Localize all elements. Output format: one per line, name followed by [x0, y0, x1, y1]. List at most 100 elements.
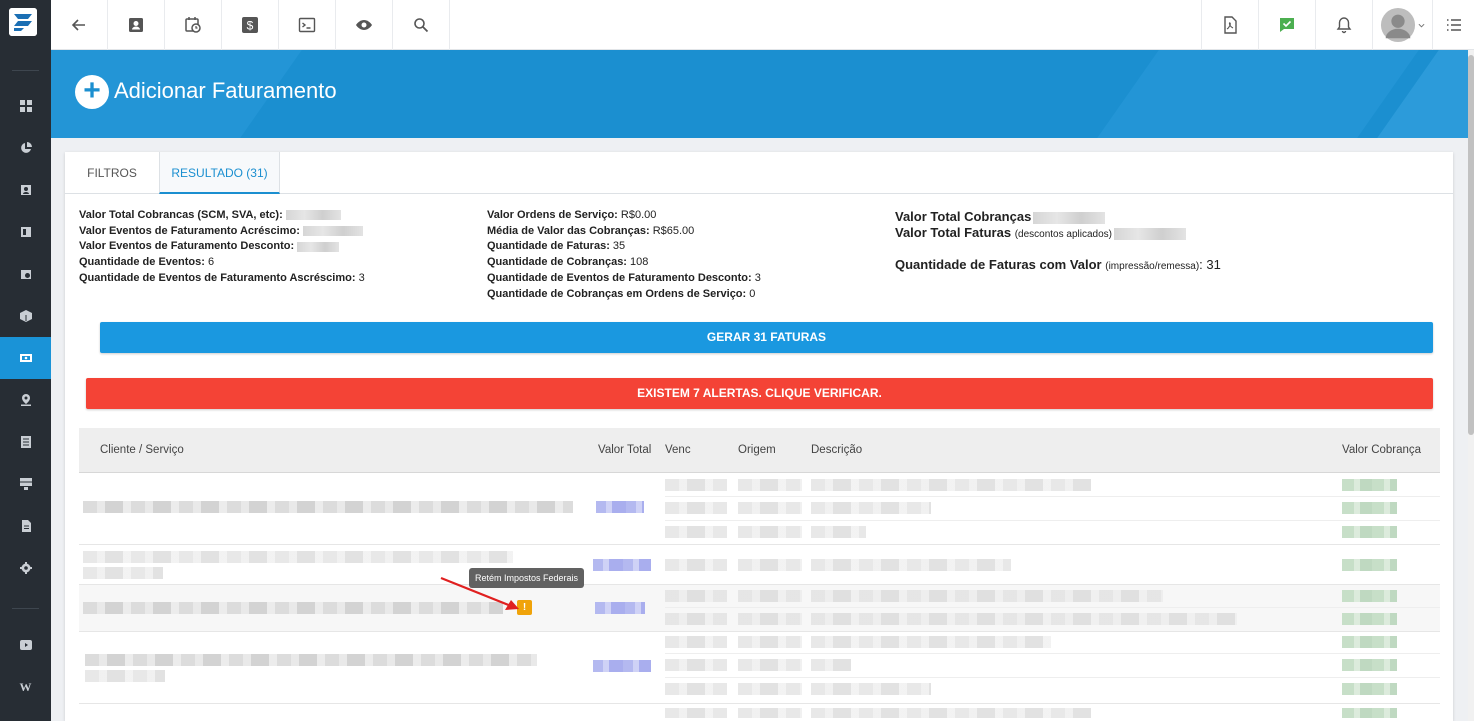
summary-label: Valor Total Faturas [895, 225, 1012, 240]
list-document-icon [20, 436, 31, 448]
back-button[interactable] [51, 0, 108, 50]
table-row[interactable] [79, 704, 1440, 721]
summary-column-totals: Valor Total Cobranças Valor Total Fatura… [895, 209, 1221, 272]
sidebar-item-videos[interactable] [0, 624, 51, 666]
sidebar-item-clients[interactable] [0, 169, 51, 211]
summary-label: Quantidade de Eventos: [79, 256, 205, 269]
table-row[interactable] [79, 585, 1440, 632]
menu-list-icon [1446, 19, 1461, 31]
page-scrollbar[interactable] [1468, 50, 1474, 721]
sidebar-item-map[interactable] [0, 211, 51, 253]
summary-label: Valor Total Cobrancas (SCM, SVA, etc): [79, 209, 283, 221]
terminal-button[interactable] [279, 0, 336, 50]
search-icon [414, 18, 429, 33]
sidebar-item-wiki[interactable]: W [0, 666, 51, 708]
generate-invoices-button[interactable]: GERAR 31 FATURAS [100, 322, 1433, 353]
notifications-button[interactable] [1315, 0, 1372, 50]
summary-label: Média de Valor das Cobranças: [487, 224, 650, 237]
chevron-down-icon [1418, 23, 1425, 28]
summary-note: (impressão/remessa) [1105, 261, 1200, 272]
dashboard-icon [19, 100, 32, 112]
summary-label: Valor Eventos de Faturamento Desconto: [79, 240, 295, 253]
calendar-clock-icon [185, 17, 201, 33]
alerts-button[interactable]: EXISTEM 7 ALERTAS. CLIQUE VERIFICAR. [86, 378, 1433, 409]
column-header[interactable]: Venc [665, 428, 691, 473]
sidebar-item-billing[interactable] [0, 337, 51, 379]
finance-button[interactable]: $ [222, 0, 279, 50]
view-button[interactable] [336, 0, 393, 50]
sidebar-item-locations[interactable] [0, 379, 51, 421]
file-icon [21, 520, 31, 532]
summary-value: 35 [612, 240, 626, 253]
redacted-value [302, 225, 363, 236]
page-title: Adicionar Faturamento [114, 78, 337, 103]
terminal-icon [298, 17, 316, 33]
summary-value: 3 [358, 271, 365, 284]
sidebar-item-reports[interactable] [0, 127, 51, 169]
total-value-cell [596, 501, 644, 513]
chat-check-icon [1280, 18, 1294, 32]
sidebar-item-products[interactable] [0, 295, 51, 337]
pie-chart-icon [20, 142, 32, 153]
billing-result-card: FILTROS RESULTADO (31) Valor Total Cobra… [65, 152, 1453, 721]
sidebar-divider [12, 608, 39, 609]
back-arrow-icon [71, 19, 85, 31]
summary-label: Valor Ordens de Serviço: [487, 209, 618, 221]
sidebar-item-documents[interactable] [0, 421, 51, 463]
summary-note: (descontos aplicados) [1014, 229, 1112, 240]
summary-label: Quantidade de Cobranças: [487, 256, 627, 269]
column-header[interactable]: Descrição [811, 428, 862, 473]
add-icon: + [75, 75, 109, 109]
column-header[interactable]: Valor Total [598, 428, 651, 473]
summary-value: R$0.00 [620, 209, 657, 221]
total-value-cell [593, 559, 651, 571]
schedule-button[interactable] [165, 0, 222, 50]
package-icon [19, 310, 32, 322]
client-service-cell [83, 501, 573, 513]
column-header[interactable]: Cliente / Serviço [100, 428, 184, 473]
sidebar-item-network[interactable] [0, 463, 51, 505]
redacted-value [1033, 211, 1106, 224]
summary-value: R$65.00 [652, 224, 695, 237]
total-value-cell [595, 602, 645, 614]
table-row[interactable] [79, 545, 1440, 585]
table-row[interactable] [79, 473, 1440, 545]
pdf-button[interactable] [1201, 0, 1258, 50]
sidebar-item-files[interactable] [0, 505, 51, 547]
messages-button[interactable] [1258, 0, 1315, 50]
column-header[interactable]: Origem [738, 428, 776, 473]
contact-icon [129, 18, 143, 32]
summary-value: 0 [749, 287, 756, 300]
dollar-icon: $ [242, 17, 258, 33]
redacted-value [1113, 227, 1186, 240]
summary-column-values: Valor Total Cobrancas (SCM, SVA, etc): V… [79, 208, 365, 287]
sidebar-item-schedule[interactable] [0, 253, 51, 295]
tab-resultado[interactable]: RESULTADO (31) [159, 152, 280, 194]
billing-icon [19, 354, 32, 362]
eye-icon [356, 20, 372, 30]
contacts-button[interactable] [108, 0, 165, 50]
user-menu-button[interactable] [1372, 0, 1432, 50]
total-value-cell [593, 660, 651, 672]
summary-label: Quantidade de Faturas com Valor [895, 257, 1102, 272]
pdf-icon [1224, 16, 1237, 34]
summary-label: Quantidade de Cobranças em Ordens de Ser… [487, 287, 747, 300]
annotation-arrow [440, 576, 519, 610]
column-header[interactable]: Valor Cobrança [1342, 428, 1421, 473]
tab-bar: FILTROS RESULTADO (31) [65, 152, 1453, 194]
avatar [1380, 7, 1416, 43]
menu-button[interactable] [1432, 0, 1474, 50]
summary-column-counts: Valor Ordens de Serviço: R$0.00 Média de… [487, 208, 761, 302]
server-icon [19, 478, 32, 490]
redacted-value [285, 210, 341, 221]
sidebar-item-settings[interactable] [0, 547, 51, 589]
table-body [79, 473, 1440, 721]
page-header: + Adicionar Faturamento [51, 50, 1468, 138]
table-row[interactable] [79, 632, 1440, 704]
scrollbar-thumb[interactable] [1468, 55, 1474, 435]
app-logo[interactable] [9, 8, 37, 36]
search-button[interactable] [393, 0, 450, 50]
sidebar-item-dashboard[interactable] [0, 85, 51, 127]
video-icon [19, 640, 32, 650]
tab-filtros[interactable]: FILTROS [65, 152, 159, 194]
